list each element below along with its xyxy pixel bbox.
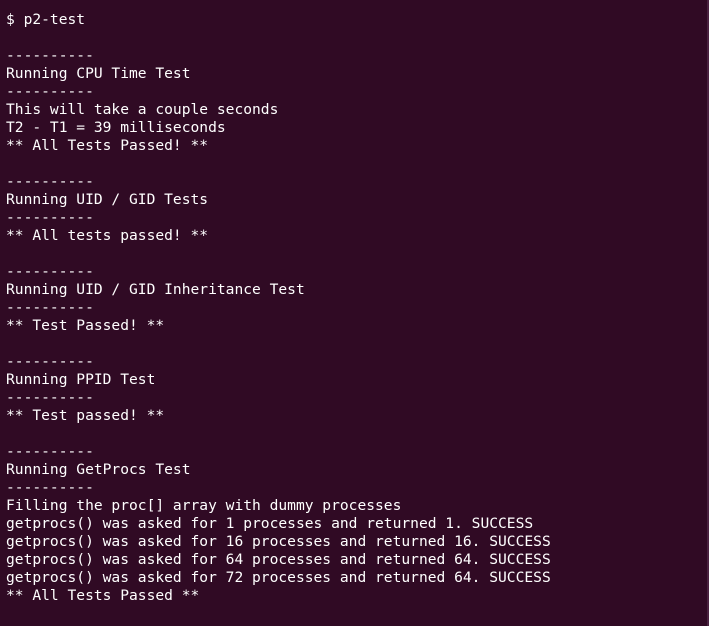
separator-line: ---------- — [6, 299, 94, 316]
result-line: ** All Tests Passed! ** — [6, 137, 209, 154]
separator-line: ---------- — [6, 263, 94, 280]
getprocs-test-heading: Running GetProcs Test — [6, 461, 191, 478]
output-line-blank — [6, 155, 551, 173]
output-line: Filling the proc[] array with dummy proc… — [6, 497, 402, 514]
getprocs-result-line: getprocs() was asked for 1 processes and… — [6, 515, 534, 532]
separator-line: ---------- — [6, 209, 94, 226]
output-line-blank — [6, 335, 551, 353]
separator-line: ---------- — [6, 479, 94, 496]
uid-gid-test-heading: Running UID / GID Tests — [6, 191, 209, 208]
inheritance-test-heading: Running UID / GID Inheritance Test — [6, 281, 305, 298]
separator-line: ---------- — [6, 83, 94, 100]
result-line: ** All tests passed! ** — [6, 227, 209, 244]
getprocs-result-line: getprocs() was asked for 72 processes an… — [6, 569, 551, 586]
output-line-blank — [6, 425, 551, 443]
output-line: This will take a couple seconds — [6, 101, 279, 118]
result-line: ** All Tests Passed ** — [6, 587, 200, 604]
separator-line: ---------- — [6, 389, 94, 406]
output-line-blank — [6, 245, 551, 263]
terminal-window[interactable]: $ p2-test ---------- Running CPU Time Test… — [0, 0, 709, 626]
separator-line: ---------- — [6, 443, 94, 460]
output-line: T2 - T1 = 39 milliseconds — [6, 119, 226, 136]
separator-line: ---------- — [6, 47, 94, 64]
result-line: ** Test Passed! ** — [6, 317, 165, 334]
result-line: ** Test passed! ** — [6, 407, 165, 424]
command-line: $ p2-test — [6, 11, 86, 28]
terminal-output[interactable]: $ p2-test ---------- Running CPU Time Test… — [6, 11, 551, 605]
output-line-blank — [6, 29, 551, 47]
ppid-test-heading: Running PPID Test — [6, 371, 156, 388]
getprocs-result-line: getprocs() was asked for 64 processes an… — [6, 551, 551, 568]
getprocs-result-line: getprocs() was asked for 16 processes an… — [6, 533, 551, 550]
cpu-time-test-heading: Running CPU Time Test — [6, 65, 191, 82]
separator-line: ---------- — [6, 173, 94, 190]
separator-line: ---------- — [6, 353, 94, 370]
